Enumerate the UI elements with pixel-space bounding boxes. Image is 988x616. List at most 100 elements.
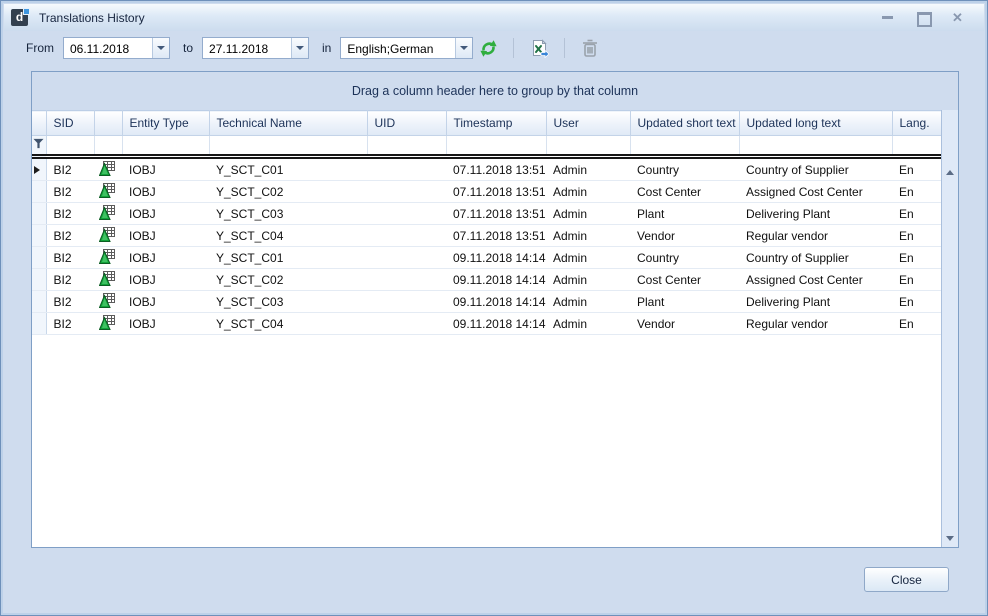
table-row[interactable]: BI2 IOBJY_SCT_C0209.11.2018 14:14AdminCo… (32, 269, 941, 291)
export-to-excel-button[interactable] (526, 36, 552, 60)
cell-entity-type: IOBJ (122, 203, 209, 225)
filter-cell-user[interactable] (546, 136, 630, 157)
table-row[interactable]: BI2 IOBJY_SCT_C0307.11.2018 13:51AdminPl… (32, 203, 941, 225)
column-header-timestamp[interactable]: Timestamp (446, 111, 546, 136)
cell-uid (367, 203, 446, 225)
cell-lang: En (892, 157, 941, 181)
cell-technical-name: Y_SCT_C02 (209, 181, 367, 203)
infoobject-icon (99, 226, 116, 243)
from-date-value[interactable]: 06.11.2018 (64, 38, 152, 58)
filter-cell-updated-long-text[interactable] (739, 136, 892, 157)
cell-user: Admin (546, 269, 630, 291)
close-window-button[interactable]: ✕ (951, 12, 964, 23)
chevron-down-icon (296, 46, 304, 54)
language-combo[interactable]: English;German (340, 37, 473, 59)
chevron-down-icon (157, 46, 165, 54)
cell-user: Admin (546, 203, 630, 225)
cell-short-text: Vendor (630, 313, 739, 335)
language-dropdown-button[interactable] (455, 38, 472, 58)
filter-cell-icon[interactable] (94, 136, 122, 157)
vertical-scrollbar[interactable] (941, 110, 958, 547)
cell-uid (367, 269, 446, 291)
close-button[interactable]: Close (864, 567, 949, 592)
cell-uid (367, 181, 446, 203)
from-date-editor[interactable]: 06.11.2018 (63, 37, 170, 59)
column-header-icon[interactable] (94, 111, 122, 136)
table-row[interactable]: BI2 IOBJY_SCT_C0109.11.2018 14:14AdminCo… (32, 247, 941, 269)
cell-entity-type: IOBJ (122, 247, 209, 269)
infoobject-icon (99, 182, 116, 199)
scroll-down-button[interactable] (942, 531, 958, 547)
group-by-hint: Drag a column header here to group by th… (352, 84, 638, 98)
filter-cell-technical-name[interactable] (209, 136, 367, 157)
cell-timestamp: 09.11.2018 14:14 (446, 269, 546, 291)
maximize-button[interactable] (916, 12, 929, 23)
infoobject-icon (99, 314, 116, 331)
filter-cell-lang[interactable] (892, 136, 941, 157)
app-icon: d (11, 8, 30, 27)
table-row[interactable]: BI2 IOBJY_SCT_C0407.11.2018 13:51AdminVe… (32, 225, 941, 247)
in-label: in (322, 41, 331, 55)
to-date-dropdown-button[interactable] (291, 38, 308, 58)
cell-entity-type: IOBJ (122, 291, 209, 313)
table-row[interactable]: BI2 IOBJY_SCT_C03 09.11.2018 14:14AdminPl… (32, 291, 941, 313)
column-header-technical-name[interactable]: Technical Name (209, 111, 367, 136)
cell-user: Admin (546, 291, 630, 313)
row-indicator (32, 181, 46, 203)
translations-history-window: d Translations History ✕ From 06.11.2018… (0, 0, 988, 616)
row-indicator (32, 269, 46, 291)
from-date-dropdown-button[interactable] (152, 38, 169, 58)
column-header-uid[interactable]: UID (367, 111, 446, 136)
from-label: From (26, 41, 54, 55)
cell-sid: BI2 (46, 291, 94, 313)
language-combo-value[interactable]: English;German (341, 38, 455, 58)
filter-cell-timestamp[interactable] (446, 136, 546, 157)
minimize-button[interactable] (881, 12, 894, 23)
cell-entity-type: IOBJ (122, 181, 209, 203)
refresh-icon (479, 39, 498, 58)
filter-cell-entity-type[interactable] (122, 136, 209, 157)
delete-button[interactable] (577, 36, 603, 60)
cell-entity-type: IOBJ (122, 157, 209, 181)
to-label: to (183, 41, 193, 55)
refresh-button[interactable] (475, 36, 501, 60)
column-header-updated-short-text[interactable]: Updated short text (630, 111, 739, 136)
cell-timestamp: 09.11.2018 14:14 (446, 247, 546, 269)
column-header-entity-type[interactable]: Entity Type (122, 111, 209, 136)
cell-short-text: Plant (630, 291, 739, 313)
cell-uid (367, 291, 446, 313)
cell-lang: En (892, 313, 941, 335)
cell-icon (94, 203, 122, 225)
filter-cell-uid[interactable] (367, 136, 446, 157)
column-header-sid[interactable]: SID (46, 111, 94, 136)
cell-icon (94, 225, 122, 247)
cell-sid: BI2 (46, 269, 94, 291)
column-header-lang[interactable]: Lang. (892, 111, 941, 136)
window-title: Translations History (39, 11, 145, 25)
filter-cell-sid[interactable] (46, 136, 94, 157)
row-indicator (32, 203, 46, 225)
column-header-updated-long-text[interactable]: Updated long text (739, 111, 892, 136)
table-row[interactable]: BI2 IOBJY_SCT_C0207.11.2018 13:51AdminCo… (32, 181, 941, 203)
scroll-up-button[interactable] (942, 164, 958, 180)
cell-technical-name: Y_SCT_C03 (209, 291, 367, 313)
group-by-panel[interactable]: Drag a column header here to group by th… (32, 72, 958, 110)
title-bar: d Translations History ✕ (4, 4, 984, 31)
to-date-value[interactable]: 27.11.2018 (203, 38, 291, 58)
to-date-editor[interactable]: 27.11.2018 (202, 37, 309, 59)
row-indicator (32, 157, 46, 181)
filter-cell-updated-short-text[interactable] (630, 136, 739, 157)
cell-uid (367, 225, 446, 247)
triangle-up-icon (946, 166, 954, 175)
cell-technical-name: Y_SCT_C02 (209, 269, 367, 291)
cell-user: Admin (546, 247, 630, 269)
current-row-arrow-icon (34, 166, 44, 174)
cell-short-text: Cost Center (630, 269, 739, 291)
column-header-user[interactable]: User (546, 111, 630, 136)
table-row[interactable]: BI2 IOBJY_SCT_C0409.11.2018 14:14AdminVe… (32, 313, 941, 335)
table-row[interactable]: BI2 IOBJY_SCT_C0107.11.2018 13:51AdminCo… (32, 157, 941, 181)
toolbar-separator (564, 38, 565, 58)
cell-timestamp: 07.11.2018 13:51 (446, 225, 546, 247)
cell-timestamp: 09.11.2018 14:14 (446, 291, 546, 313)
cell-timestamp: 07.11.2018 13:51 (446, 181, 546, 203)
